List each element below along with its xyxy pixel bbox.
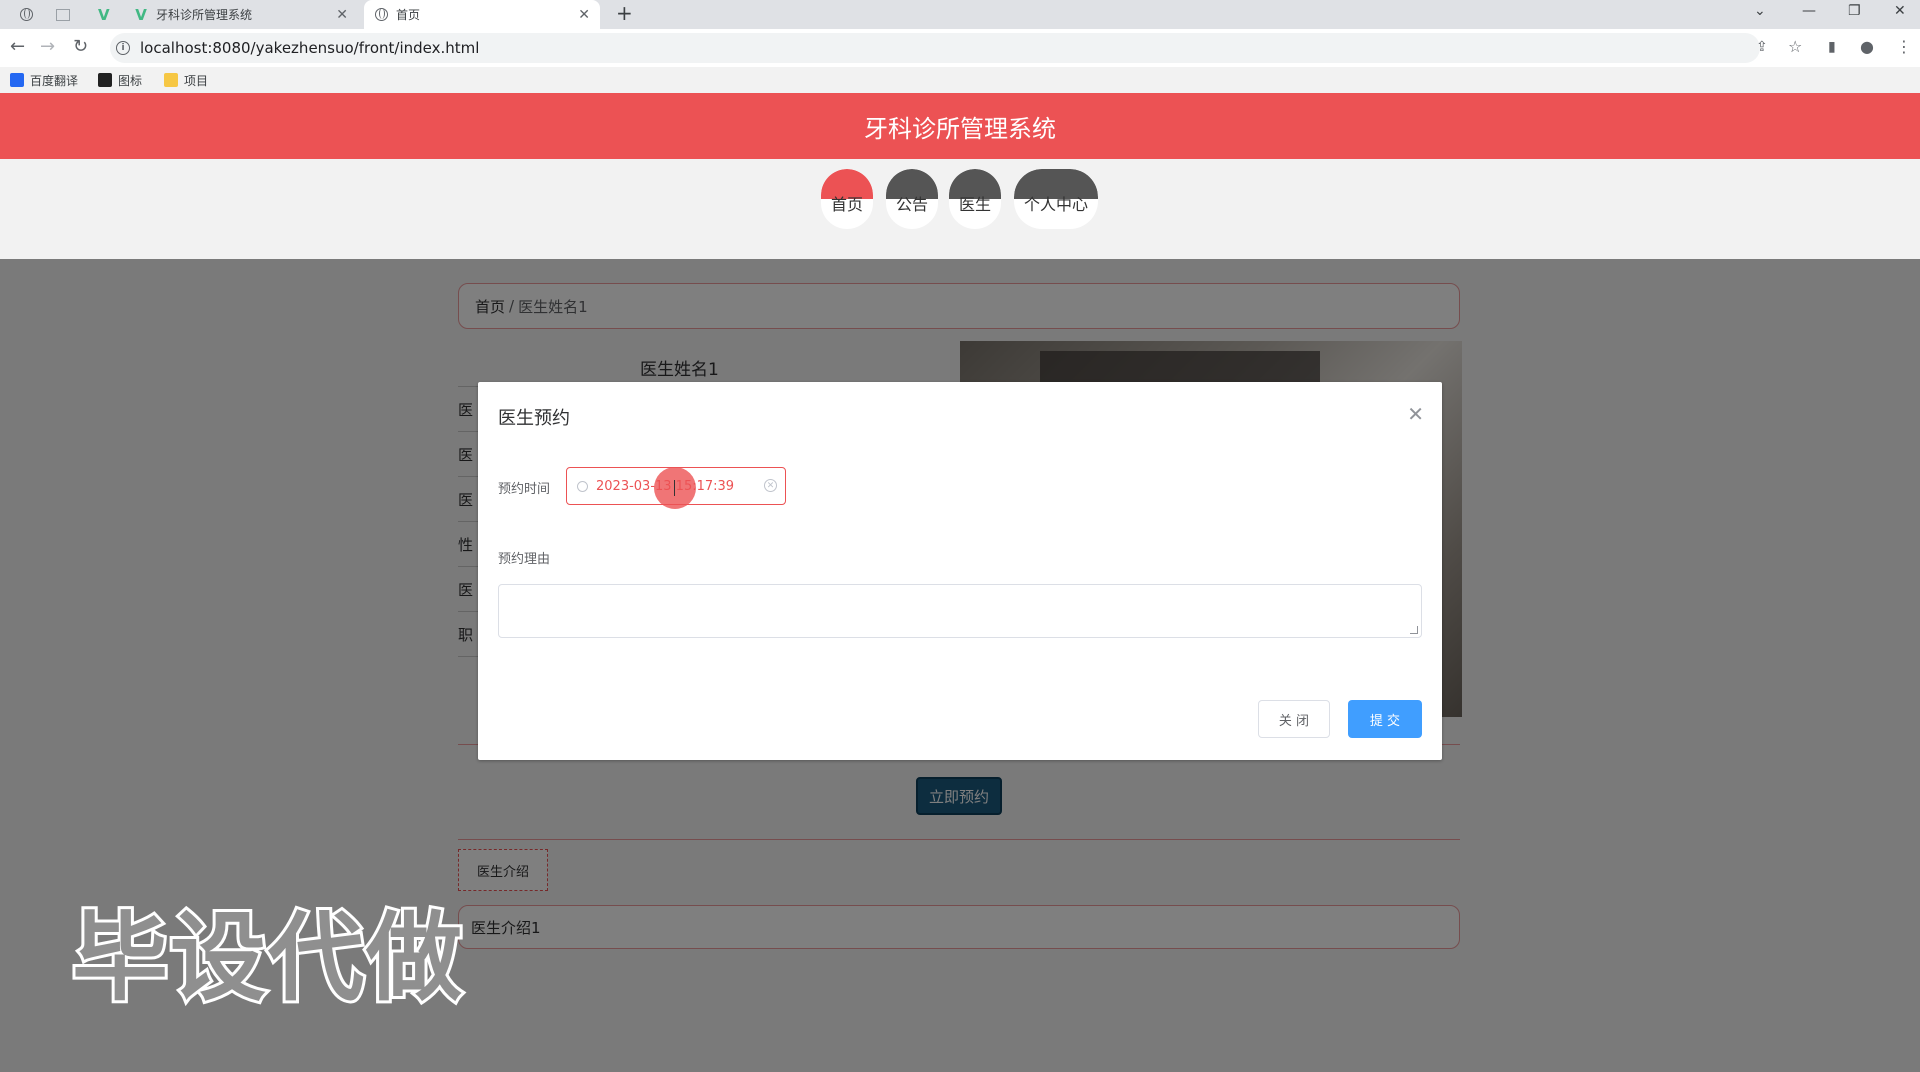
back-icon[interactable]: ← [10, 36, 25, 57]
tab-home[interactable]: 首页 ✕ [364, 0, 600, 29]
bookmark-star-icon[interactable]: ☆ [1788, 37, 1802, 56]
vue-logo-icon: V [98, 5, 110, 24]
reload-icon[interactable]: ↻ [73, 36, 88, 57]
icon-library-icon [98, 73, 112, 87]
tab-title: 牙科诊所管理系统 [156, 8, 253, 22]
menu-item-doctor[interactable]: 医生 [949, 169, 1001, 229]
clock-icon [577, 480, 588, 492]
globe-icon [374, 8, 388, 22]
pinned-tab-vue[interactable]: V [88, 0, 116, 29]
menu-kebab-icon[interactable]: ⋮ [1896, 37, 1912, 56]
side-panel-icon[interactable]: ▮ [1828, 39, 1836, 55]
time-label: 预约时间 [498, 482, 551, 497]
forward-icon[interactable]: → [40, 36, 55, 57]
url-text: localhost:8080/yakezhensuo/front/index.h… [140, 39, 480, 57]
click-cursor-indicator [654, 467, 696, 509]
tab-search-icon[interactable]: ⌄ [1754, 3, 1766, 19]
menu-item-home[interactable]: 首页 [821, 169, 873, 229]
url-field[interactable]: i localhost:8080/yakezhensuo/front/index… [110, 33, 1760, 63]
reason-label: 预约理由 [498, 552, 551, 567]
submit-button[interactable]: 提 交 [1348, 700, 1422, 738]
clear-icon[interactable]: ✕ [764, 479, 777, 492]
vue-logo-icon: V [135, 5, 147, 24]
tab-title: 首页 [396, 8, 421, 22]
main-menu: 首页 公告 医生 个人中心 [0, 159, 1920, 259]
bookmark-icons[interactable]: 图标 [98, 67, 142, 93]
restore-icon[interactable]: ❐ [1848, 3, 1861, 19]
close-window-icon[interactable]: ✕ [1894, 3, 1906, 19]
share-icon[interactable]: ⇪ [1756, 39, 1768, 55]
site-header: 牙科诊所管理系统 [0, 93, 1920, 159]
menu-item-profile[interactable]: 个人中心 [1014, 169, 1098, 229]
info-icon[interactable]: i [116, 41, 130, 55]
pinned-tab-globe[interactable] [10, 0, 38, 29]
profile-icon[interactable]: ● [1860, 37, 1874, 56]
folder-icon [164, 73, 178, 87]
menu-item-notice[interactable]: 公告 [886, 169, 938, 229]
pinned-tab-blank[interactable] [50, 0, 78, 29]
close-icon[interactable]: ✕ [1407, 402, 1424, 426]
translate-icon [10, 73, 24, 87]
globe-icon [20, 8, 33, 22]
bookmark-baidu-translate[interactable]: 百度翻译 [10, 67, 78, 93]
dialog-title: 医生预约 [498, 408, 570, 429]
minimize-icon[interactable]: — [1802, 3, 1816, 19]
reason-textarea[interactable] [498, 584, 1422, 638]
blank-page-icon [56, 8, 70, 21]
close-tab-icon[interactable]: ✕ [336, 7, 348, 23]
bookmark-projects[interactable]: 项目 [164, 67, 208, 93]
tab-app[interactable]: V 牙科诊所管理系统 ✕ [124, 0, 358, 29]
watermark: 毕设代做 [69, 899, 465, 1017]
new-tab-icon[interactable]: + [616, 1, 633, 25]
close-button[interactable]: 关 闭 [1258, 700, 1330, 738]
close-tab-icon[interactable]: ✕ [578, 7, 590, 23]
site-title: 牙科诊所管理系统 [864, 114, 1056, 143]
appointment-dialog: 医生预约 ✕ 预约时间 2023-03-13 15:17:39 ✕ 预约理由 关… [478, 382, 1442, 760]
